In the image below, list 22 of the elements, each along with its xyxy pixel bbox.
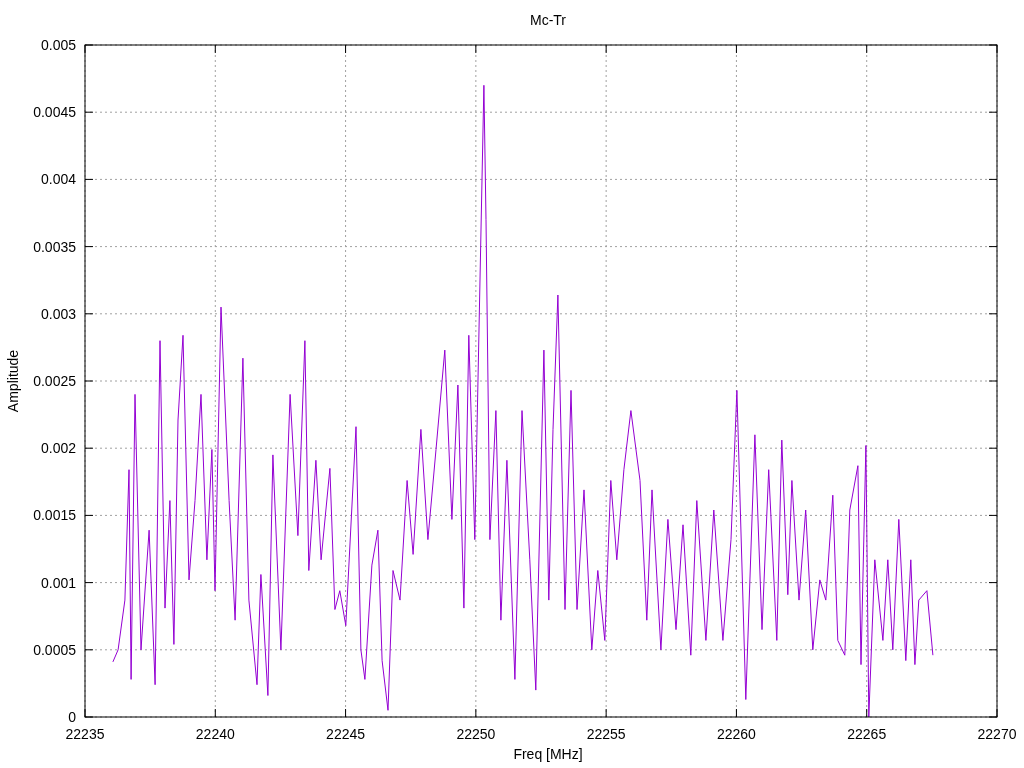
chart-title: Mc-Tr	[530, 12, 566, 28]
y-tick-label: 0.0045	[33, 104, 76, 121]
y-tick-label: 0.0025	[33, 373, 76, 389]
x-tick-label: 22260	[716, 726, 756, 742]
x-tick-label: 22255	[586, 726, 626, 742]
x-tick-label: 22240	[195, 726, 235, 742]
y-tick-label: 0	[68, 709, 76, 725]
y-tick-label: 0.0005	[33, 641, 76, 658]
x-tick-label: 22270	[977, 726, 1017, 742]
y-tick-label: 0.001	[40, 574, 76, 591]
x-tick-label: 22265	[847, 726, 887, 742]
x-tick-label: 22250	[456, 726, 496, 742]
x-axis-label: Freq [MHz]	[513, 746, 583, 762]
x-tick-label: 22235	[65, 726, 105, 742]
y-tick-label: 0.003	[40, 305, 76, 322]
y-tick-label: 0.002	[40, 440, 76, 457]
x-tick-label: 22245	[326, 726, 366, 742]
y-tick-label: 0.004	[40, 171, 76, 188]
y-tick-label: 0.005	[40, 37, 76, 53]
y-axis-label: Amplitude	[5, 349, 21, 413]
y-tick-label: 0.0015	[33, 507, 76, 524]
y-tick-label: 0.0035	[33, 238, 76, 255]
